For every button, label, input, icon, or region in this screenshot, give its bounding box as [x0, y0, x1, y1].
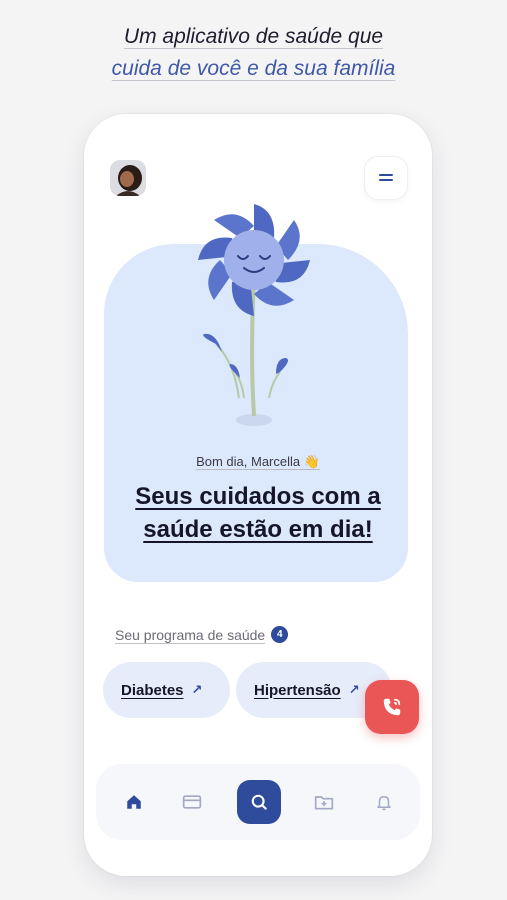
avatar-photo [110, 160, 146, 196]
emergency-call-button[interactable] [365, 680, 419, 734]
nav-search[interactable] [237, 780, 281, 824]
flower-illustration [198, 204, 310, 426]
headline-line-2: saúde estão em dia! [143, 516, 373, 543]
program-pill-label: Diabetes [121, 681, 184, 699]
promo-headline-line-2: cuida de você e da sua família [111, 57, 396, 80]
program-pill-diabetes[interactable]: Diabetes ↗ [103, 662, 230, 718]
health-program-label: Seu programa de saúde [115, 626, 266, 643]
arrow-up-right-icon: ↗ [191, 682, 203, 697]
phone-call-icon [383, 698, 401, 716]
search-icon [251, 794, 267, 810]
nav-folder[interactable] [310, 788, 338, 816]
bell-icon [377, 796, 391, 811]
menu-button[interactable] [364, 156, 408, 200]
menu-icon [379, 174, 393, 181]
bottom-nav [96, 764, 420, 840]
card-icon [182, 795, 202, 809]
health-program-header[interactable]: Seu programa de saúde 4 [115, 626, 289, 643]
nav-notifications[interactable] [370, 788, 398, 816]
program-pill-label: Hipertensão [254, 681, 341, 699]
nav-card[interactable] [178, 788, 206, 816]
folder-plus-icon [314, 796, 334, 810]
program-count-badge: 4 [271, 626, 289, 643]
nav-home[interactable] [120, 788, 148, 816]
phone-screen: Bom dia, Marcella 👋 Seus cuidados com a … [84, 114, 432, 876]
greeting-text: Bom dia, Marcella 👋 [196, 454, 320, 469]
health-status-headline: Seus cuidados com a saúde estão em dia! [104, 480, 412, 546]
arrow-up-right-icon: ↗ [348, 682, 360, 697]
home-icon [127, 795, 141, 809]
headline-line-1: Seus cuidados com a [135, 483, 381, 510]
promo-headline-line-1: Um aplicativo de saúde que [123, 25, 384, 48]
avatar[interactable] [110, 160, 146, 196]
